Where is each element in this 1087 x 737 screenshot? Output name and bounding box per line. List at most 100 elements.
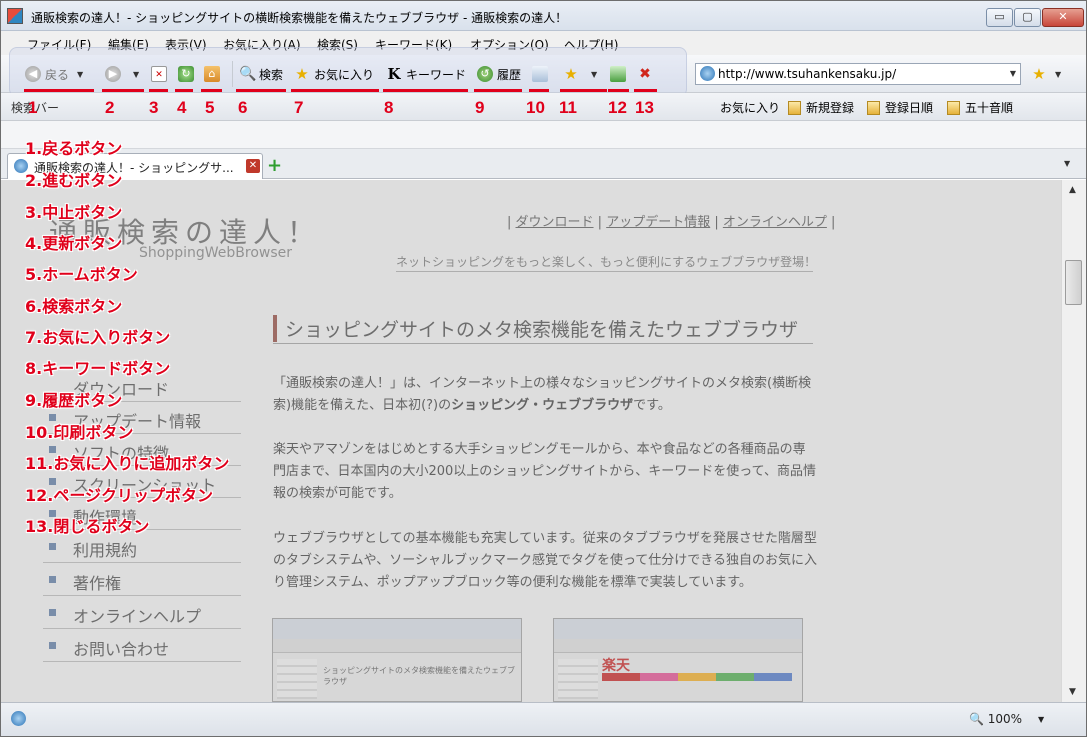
add-favorite-button[interactable]: ★ ▼ (563, 63, 597, 85)
annotation-underline (474, 89, 522, 92)
add-favorite-star-icon: ★ (564, 65, 578, 83)
status-globe-icon (11, 711, 26, 726)
annotation-number: 2 (105, 98, 115, 117)
search-icon: 🔍 (239, 66, 257, 82)
keyword-k-icon: K (387, 65, 401, 83)
annotation-number: 1 (28, 98, 38, 117)
annotation-number: 6 (238, 98, 248, 117)
new-tab-plus-icon[interactable]: + (267, 155, 282, 176)
favbar-by-kana[interactable]: 五十音順 (947, 99, 1013, 116)
favbar-new-registration[interactable]: 新規登録 (788, 99, 854, 116)
history-icon: ↺ (477, 66, 493, 82)
vertical-scrollbar[interactable]: ▲ ▼ (1061, 180, 1086, 702)
folder-icon (788, 100, 801, 115)
annotation-label: 5.ホームボタン (25, 265, 138, 284)
annotation-label: 10.印刷ボタン (25, 423, 134, 442)
home-button[interactable]: ⌂ (204, 63, 224, 85)
annotation-label: 1.戻るボタン (25, 139, 123, 158)
address-add-favorite-button[interactable]: ★ ▼ (1031, 63, 1061, 85)
keyword-label: キーワード (406, 67, 467, 82)
page-clip-button[interactable] (610, 63, 630, 85)
keyword-button[interactable]: K キーワード (386, 63, 466, 85)
annotation-number: 5 (205, 98, 215, 117)
annotation-label: 9.履歴ボタン (25, 391, 123, 410)
add-favorite-star-icon: ★ (1032, 65, 1046, 83)
add-favorite-dropdown-icon[interactable]: ▼ (591, 70, 597, 79)
history-label: 履歴 (497, 67, 522, 82)
toolbar-separator (232, 61, 233, 87)
annotation-number: 12 (608, 98, 627, 117)
annotation-label: 7.お気に入りボタン (25, 328, 171, 347)
favbar-label: 五十音順 (965, 101, 1014, 115)
maximize-button[interactable]: ▢ (1014, 8, 1041, 27)
back-button[interactable]: ◀ 戻る ▼ (25, 63, 83, 85)
close-tab-button[interactable]: ✖ (637, 63, 657, 85)
scroll-thumb[interactable] (1065, 260, 1082, 305)
back-arrow-icon: ◀ (25, 66, 41, 82)
minimize-button[interactable]: ▭ (986, 8, 1013, 27)
history-button[interactable]: ↺ 履歴 (477, 63, 521, 85)
printer-icon (532, 66, 548, 82)
forward-dropdown-icon[interactable]: ▼ (133, 70, 139, 79)
back-dropdown-icon[interactable]: ▼ (77, 70, 83, 79)
app-icon (7, 8, 23, 24)
page-clip-icon (610, 66, 626, 82)
annotation-underline (634, 89, 657, 92)
favbar-label: 新規登録 (806, 101, 855, 115)
annotation-underline (291, 89, 379, 92)
forward-button[interactable]: ▶ ▼ (105, 63, 139, 85)
back-label: 戻る (45, 67, 70, 82)
favbar-favorites[interactable]: お気に入り (720, 99, 780, 116)
search-button[interactable]: 🔍 検索 (239, 63, 283, 85)
star-icon: ★ (295, 65, 309, 83)
zoom-dropdown-icon[interactable]: ▼ (1038, 715, 1044, 724)
scroll-down-icon[interactable]: ▼ (1069, 687, 1076, 697)
annotation-underline (149, 89, 168, 92)
annotation-underline (175, 89, 193, 92)
scroll-up-icon[interactable]: ▲ (1069, 185, 1076, 195)
address-favorite-dropdown-icon[interactable]: ▼ (1055, 70, 1061, 79)
annotation-label: 11.お気に入りに追加ボタン (25, 454, 230, 473)
annotation-number: 9 (475, 98, 485, 117)
dim-overlay (1, 180, 1061, 702)
tab-list-dropdown-icon[interactable]: ▼ (1064, 159, 1070, 168)
annotation-underline (529, 89, 549, 92)
print-button[interactable] (532, 63, 552, 85)
annotation-number: 7 (294, 98, 304, 117)
favbar-by-date[interactable]: 登録日順 (867, 99, 933, 116)
annotation-underline (383, 89, 468, 92)
forward-arrow-icon: ▶ (105, 66, 121, 82)
annotation-underline (24, 89, 94, 92)
zoom-value: 100% (987, 712, 1023, 726)
address-dropdown-icon[interactable]: ▼ (1010, 64, 1016, 84)
annotation-label: 3.中止ボタン (25, 203, 123, 222)
favorites-label: お気に入り (314, 67, 375, 82)
folder-icon (947, 100, 960, 115)
annotation-label: 2.進むボタン (25, 171, 123, 190)
annotation-label: 6.検索ボタン (25, 297, 123, 316)
annotation-number: 8 (384, 98, 394, 117)
title-bar: 通販検索の達人！- ショッピングサイトの横断検索機能を備えたウェブブラウザ - … (1, 1, 1086, 31)
stop-icon: ✕ (151, 66, 167, 82)
annotation-underline (102, 89, 144, 92)
window-title: 通販検索の達人！- ショッピングサイトの横断検索機能を備えたウェブブラウザ - … (31, 11, 568, 25)
address-bar[interactable]: http://www.tsuhankensaku.jp/ ▼ (695, 63, 1021, 85)
annotation-label: 13.閉じるボタン (25, 517, 150, 536)
annotation-number: 11 (559, 98, 577, 117)
search-label: 検索 (259, 67, 284, 82)
annotation-underline (201, 89, 222, 92)
annotation-number: 13 (635, 98, 654, 117)
bookmark-row (1, 121, 1086, 149)
refresh-button[interactable]: ↻ (178, 63, 198, 85)
stop-button[interactable]: ✕ (151, 63, 171, 85)
close-window-button[interactable]: ✕ (1042, 8, 1084, 27)
close-x-icon: ✖ (639, 66, 651, 82)
favorites-button[interactable]: ★ お気に入り (294, 63, 374, 85)
tab-close-icon[interactable]: ✕ (246, 159, 260, 173)
annotation-underline (236, 89, 286, 92)
annotation-label: 4.更新ボタン (25, 234, 123, 253)
maximize-icon: ▢ (1022, 10, 1033, 23)
browser-window: 通販検索の達人！- ショッピングサイトの横断検索機能を備えたウェブブラウザ - … (0, 0, 1087, 737)
annotation-number: 4 (177, 98, 187, 117)
zoom-level[interactable]: 🔍 100% (969, 712, 1022, 726)
